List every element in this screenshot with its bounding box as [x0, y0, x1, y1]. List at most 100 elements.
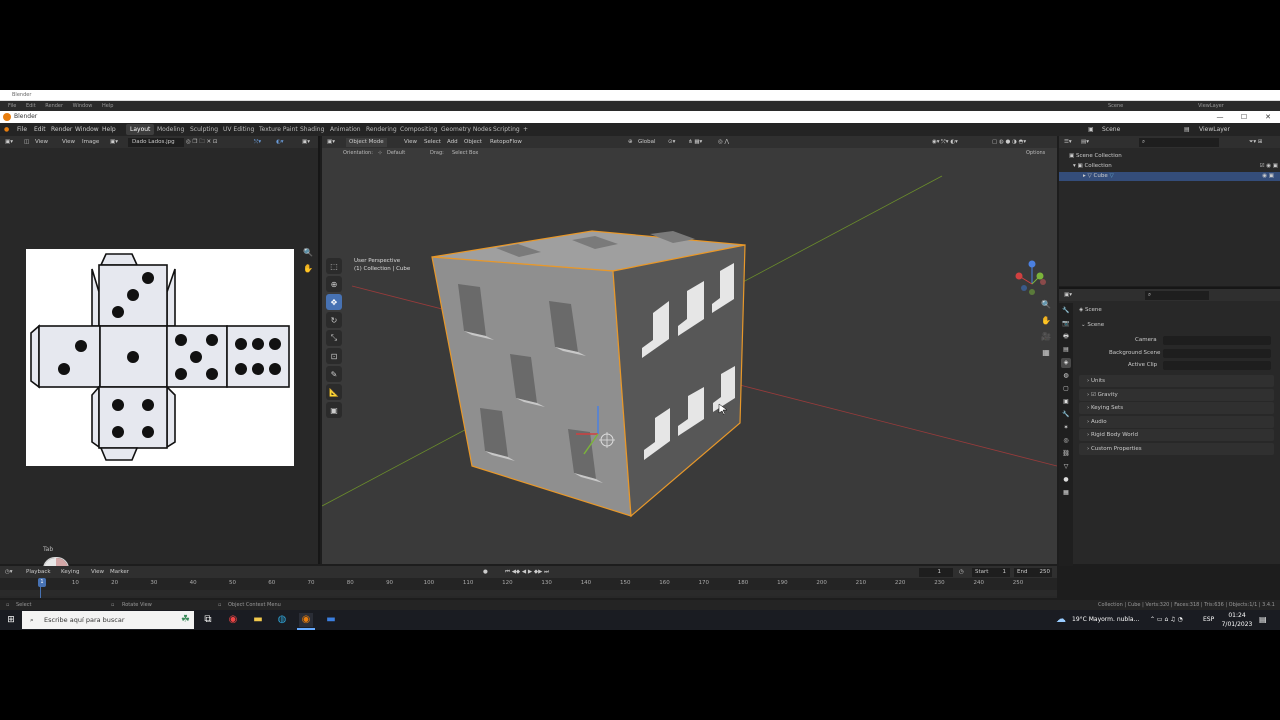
timeline-editor-type-icon[interactable]: ◷▾ [5, 566, 13, 578]
add-cube-tool-icon[interactable]: ▣ [326, 402, 342, 418]
system-tray-icons[interactable]: ⌃ ▭ ⌂ ♫ ◔ [1150, 610, 1183, 630]
image-editor-image-menu[interactable]: Image [82, 136, 99, 148]
scale-tool-icon[interactable]: ⤡ [326, 330, 342, 346]
object-mode-dropdown[interactable]: Object Mode [346, 137, 387, 147]
data-tab-icon[interactable]: ▽ [1061, 462, 1071, 472]
properties-editor-type-icon[interactable]: ▣▾ [1064, 289, 1072, 301]
move-tool-icon[interactable]: ✥ [326, 294, 342, 310]
notifications-icon[interactable]: ▤ [1259, 610, 1267, 630]
language-indicator[interactable]: ESP [1203, 610, 1214, 630]
image-action-icons[interactable]: ◎ ❐ 🗀 ✕ ⊡ [186, 136, 217, 148]
image-editor-view-dropdown[interactable]: View [35, 136, 48, 148]
pan-hand-icon[interactable]: ✋ [303, 264, 313, 273]
menu-file[interactable]: File [17, 123, 27, 136]
scene-selector[interactable]: Scene [1102, 123, 1120, 136]
viewport-menu-select[interactable]: Select [424, 136, 441, 148]
timeline-marker-menu[interactable]: Marker [110, 566, 129, 578]
view-layer-tab-icon[interactable]: ▤ [1061, 345, 1071, 355]
add-workspace-button[interactable]: + [519, 124, 532, 135]
gizmo-toggle-icon[interactable]: ⤲▾ [254, 136, 261, 148]
render-tab-icon[interactable]: 📷 [1061, 319, 1071, 329]
start-frame-field[interactable]: Start 1 [972, 567, 1010, 577]
timeline-ruler[interactable]: 1102030405060708090100110120130140150160… [0, 578, 1057, 590]
drag-dropdown[interactable]: Select Box [452, 148, 478, 158]
edge-icon[interactable]: ◍ [275, 613, 289, 627]
background-scene-field[interactable] [1163, 349, 1271, 358]
minimize-button[interactable]: — [1208, 111, 1232, 123]
taskbar-search-box[interactable]: ⌕ Escribe aquí para buscar ☘ [22, 611, 194, 629]
tab-modeling[interactable]: Modeling [153, 124, 188, 135]
image-filename-field[interactable]: Dado Lados.jpg [128, 137, 184, 147]
orientation-dropdown[interactable]: Default [387, 148, 405, 158]
close-button[interactable]: ✕ [1256, 111, 1280, 123]
outliner-search-field[interactable]: ⌕ [1139, 137, 1219, 147]
overlay-toggle-icon[interactable]: ◐▾ [276, 136, 284, 148]
menu-edit[interactable]: Edit [34, 123, 46, 136]
view-menu-icon[interactable]: ◫ [24, 136, 29, 148]
clock-date[interactable]: 7/01/2023 [1220, 615, 1254, 630]
playback-menu[interactable]: Playback [26, 566, 51, 578]
menu-window[interactable]: Window [75, 123, 99, 136]
viewport-menu-view[interactable]: View [404, 136, 417, 148]
weather-icon[interactable]: ☁ [1056, 610, 1066, 630]
tool-tab-icon[interactable]: 🔧 [1061, 306, 1071, 316]
constraints-tab-icon[interactable]: ⛓ [1061, 449, 1071, 459]
tab-rendering[interactable]: Rendering [362, 124, 401, 135]
keying-sets-panel[interactable]: › Keying Sets [1079, 402, 1274, 414]
tab-animation[interactable]: Animation [326, 124, 365, 135]
weather-text[interactable]: 19°C Mayorm. nubla... [1072, 610, 1139, 630]
windows-start-icon[interactable]: ⊞ [4, 613, 18, 627]
annotate-tool-icon[interactable]: ✎ [326, 366, 342, 382]
preview-range-icon[interactable]: ◷ [959, 566, 964, 578]
chrome-icon[interactable]: ◉ [226, 613, 240, 627]
tab-geometry-nodes[interactable]: Geometry Nodes [437, 124, 496, 135]
collection-row[interactable]: ▾ ▣ Collection ☑ ◉ ▣ [1073, 163, 1278, 169]
units-panel[interactable]: › Units [1079, 375, 1274, 387]
menu-help[interactable]: Help [102, 123, 116, 136]
proportional-edit-icon[interactable]: ◎ ⋀ [718, 136, 729, 148]
cube-row[interactable]: ▸ ▽ Cube ▽ ◉ ▣ [1059, 172, 1280, 181]
current-frame-field[interactable]: 1 [919, 567, 953, 577]
texture-tab-icon[interactable]: ▦ [1061, 488, 1071, 498]
camera-view-icon[interactable]: 🎥 [1039, 330, 1053, 344]
zoom-icon[interactable]: 🔍 [303, 248, 313, 257]
camera-field[interactable] [1163, 336, 1271, 345]
task-view-icon[interactable]: ⧉ [201, 613, 215, 627]
particles-tab-icon[interactable]: ✶ [1061, 423, 1071, 433]
snap-icon[interactable]: ⋔ ▦▾ [688, 136, 702, 148]
collection-tab-icon[interactable]: ▢ [1061, 384, 1071, 394]
rotate-tool-icon[interactable]: ↻ [326, 312, 342, 328]
active-clip-field[interactable] [1163, 361, 1271, 370]
navigation-gizmo[interactable] [1015, 260, 1047, 296]
app-taskbar-icon[interactable]: ▬ [324, 613, 338, 627]
rigid-body-world-panel[interactable]: › Rigid Body World [1079, 429, 1274, 441]
collection-visibility-icons[interactable]: ☑ ◉ ▣ [1260, 163, 1278, 169]
timeline-view-menu[interactable]: View [91, 566, 104, 578]
editor-type-icon[interactable]: ▣▾ [5, 136, 13, 148]
image-editor-view-menu[interactable]: View [62, 136, 75, 148]
measure-tool-icon[interactable]: 📐 [326, 384, 342, 400]
gravity-panel[interactable]: › ☑ Gravity [1079, 389, 1274, 401]
end-frame-field[interactable]: End 250 [1014, 567, 1052, 577]
pivot-icon[interactable]: ⊙▾ [668, 136, 675, 148]
window-title-bar[interactable]: Blender — ☐ ✕ [0, 111, 1280, 123]
file-explorer-icon[interactable]: ▬ [251, 613, 265, 627]
viewport-editor-type-icon[interactable]: ▣▾ [327, 136, 335, 148]
timeline-track-area[interactable] [0, 590, 1057, 596]
retopoflow-menu[interactable]: RetopoFlow [490, 136, 522, 148]
transform-tool-icon[interactable]: ⊡ [326, 348, 342, 364]
blender-taskbar-icon[interactable]: ◉ [299, 613, 313, 627]
auto-key-icon[interactable]: ● [483, 566, 488, 578]
custom-properties-panel[interactable]: › Custom Properties [1079, 443, 1274, 455]
cursor-tool-icon[interactable]: ⊕ [326, 276, 342, 292]
ortho-toggle-icon[interactable]: ▦ [1039, 346, 1053, 360]
world-tab-icon[interactable]: ◍ [1061, 371, 1071, 381]
scene-panel-header[interactable]: ⌄ Scene [1081, 322, 1104, 328]
image-browse-icon[interactable]: ▣▾ [110, 136, 118, 148]
shading-mode-icons[interactable]: ▢ ◍ ● ◑ ◓▾ [992, 136, 1026, 148]
display-mode-icon[interactable]: ▤▾ [1081, 136, 1089, 148]
playback-controls[interactable]: ⏮ ◀◆ ◀ ▶ ◆▶ ⏭ [505, 566, 549, 578]
viewport-menu-object[interactable]: Object [464, 136, 482, 148]
tab-compositing[interactable]: Compositing [396, 124, 442, 135]
transform-orientation-dropdown[interactable]: Global [638, 136, 656, 148]
